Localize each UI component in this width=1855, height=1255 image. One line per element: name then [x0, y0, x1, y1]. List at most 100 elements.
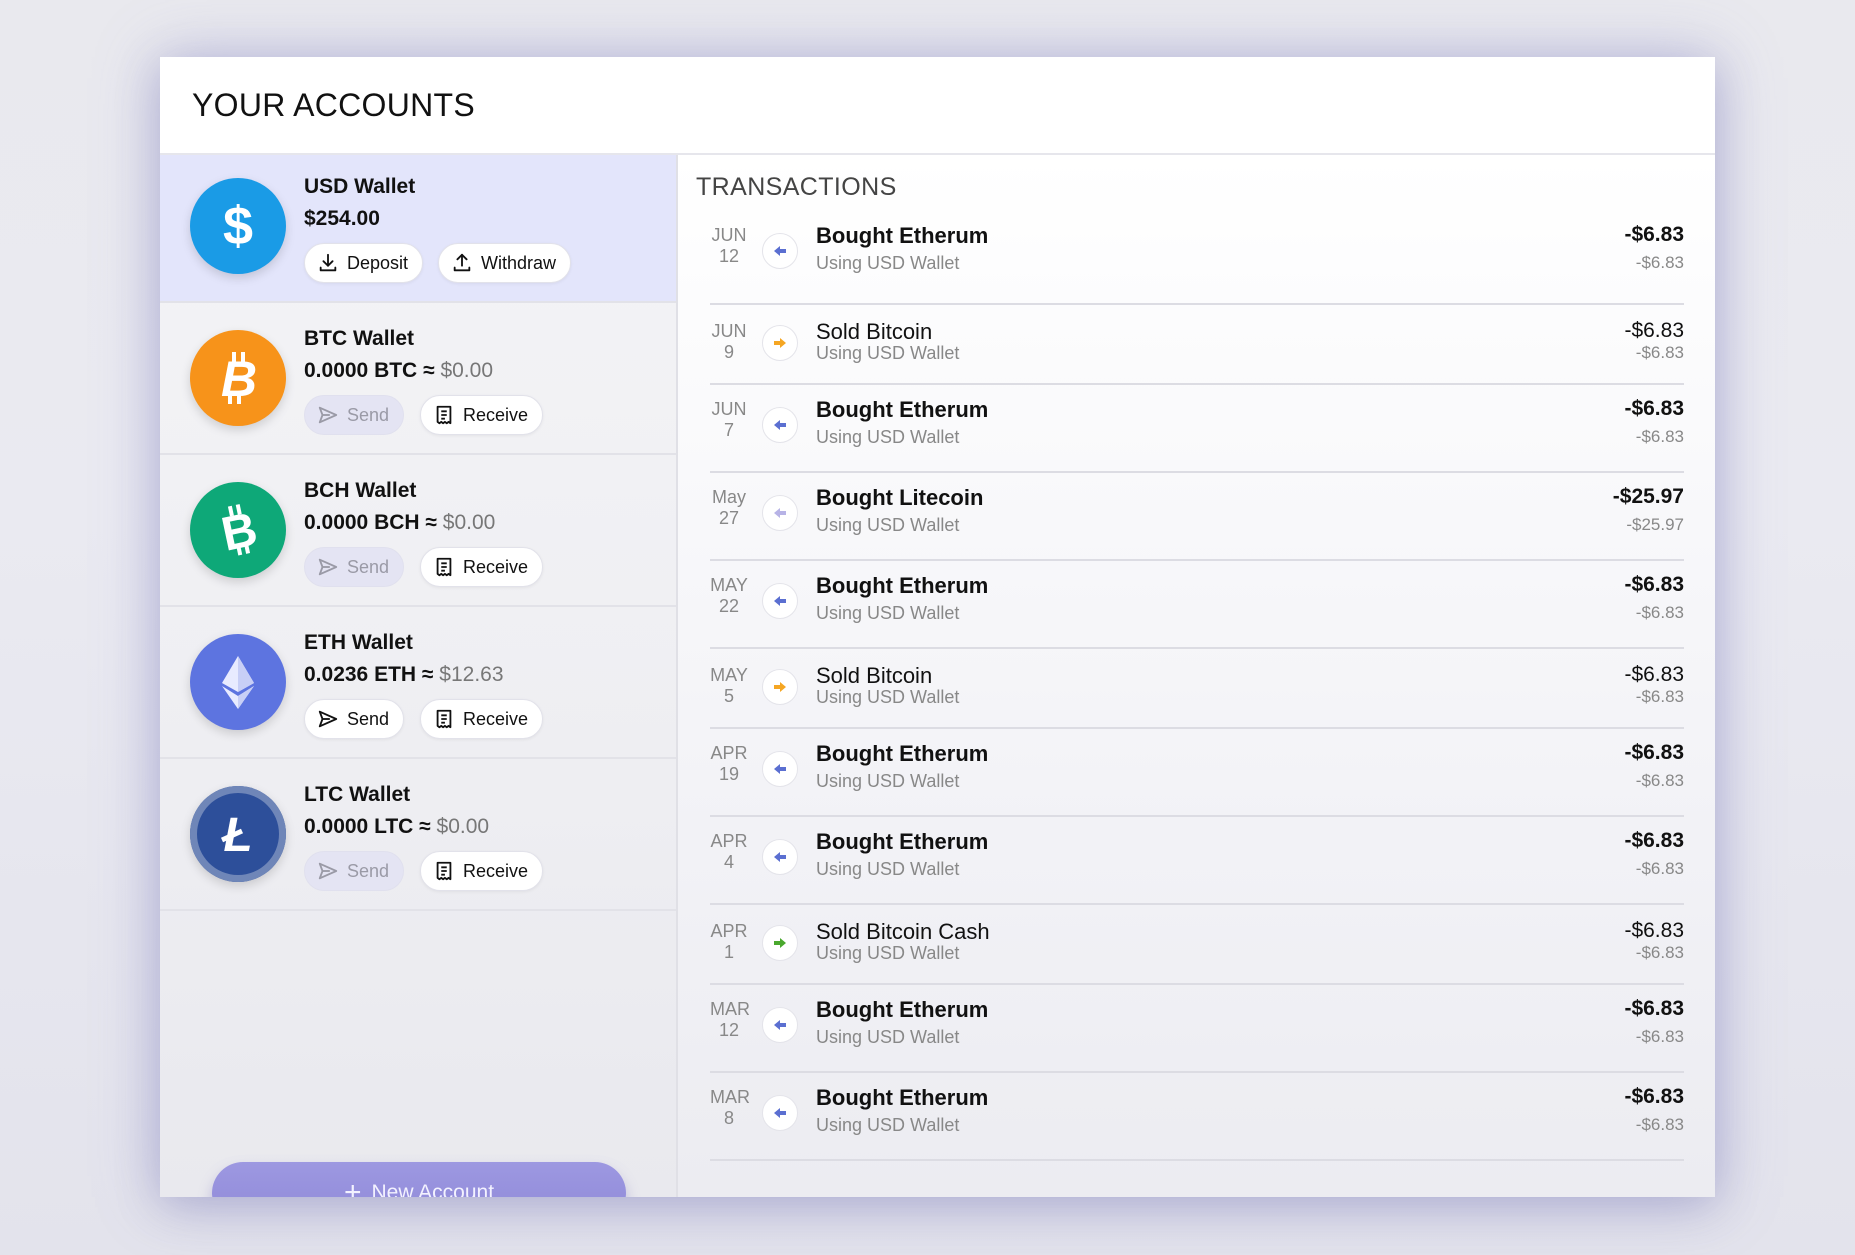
wallet-name: BCH Wallet	[304, 479, 417, 502]
transaction-day: 12	[718, 246, 740, 266]
wallet-card-btc[interactable]: B BTC Wallet 0.0000 BTC ≈ $0.00 Send Receive	[160, 307, 676, 455]
new-account-label: New Account	[371, 1181, 495, 1197]
transaction-day: 22	[718, 596, 740, 616]
transaction-source: Using USD Wallet	[816, 343, 960, 363]
arrow-right-icon	[762, 925, 798, 961]
transaction-row[interactable]: MAR 8 Bought Etherum Using USD Wallet -$6.83…	[710, 1073, 1684, 1161]
send-button[interactable]: Send	[304, 851, 405, 891]
transaction-row[interactable]: JUN 12 Bought Etherum Using USD Wallet -$6.8…	[710, 211, 1684, 305]
transaction-name: Bought Etherum	[816, 573, 989, 598]
send-icon	[317, 404, 339, 426]
transaction-row[interactable]: APR 19 Bought Etherum Using USD Wallet -$6.8…	[710, 729, 1684, 817]
transaction-day: 19	[718, 764, 740, 784]
transaction-name: Sold Bitcoin	[816, 663, 933, 688]
receive-button[interactable]: Receive	[420, 699, 544, 739]
transaction-row[interactable]: APR 4 Bought Etherum Using USD Wallet -$6.83…	[710, 817, 1684, 905]
wallet-card-ltc[interactable]: L LTC Wallet 0.0000 LTC ≈ $0.00 Send Receive	[160, 763, 676, 911]
button-label: Receive	[463, 708, 529, 729]
wallet-card-usd[interactable]: $ USD Wallet $254.00 Deposit Withdraw	[160, 155, 676, 303]
wallet-fiat-value: $12.63	[439, 663, 504, 686]
transaction-day: 4	[723, 852, 734, 872]
wallet-balance: 0.0000 BTC ≈ $0.00	[304, 359, 493, 383]
transaction-row[interactable]: JUN 9 Sold Bitcoin Using USD Wallet -$6.83 -$…	[710, 305, 1684, 385]
arrow-left-icon	[762, 495, 798, 531]
transaction-month: JUN	[711, 225, 747, 245]
receive-button[interactable]: Receive	[420, 395, 544, 435]
transaction-source: Using USD Wallet	[816, 427, 960, 447]
wallet-card-bch[interactable]: B BCH Wallet 0.0000 BCH ≈ $0.00 Send Receive	[160, 459, 676, 607]
bitcoin-cash-icon: B	[190, 482, 286, 578]
transaction-date: MAR 8	[710, 1087, 750, 1129]
arrow-left-icon	[762, 1095, 798, 1131]
send-icon	[317, 860, 339, 882]
transaction-amount: -$6.83	[1624, 741, 1684, 764]
transaction-row[interactable]: JUN 7 Bought Etherum Using USD Wallet -$6.83…	[710, 385, 1684, 473]
button-label: Receive	[463, 860, 529, 881]
transaction-row[interactable]: MAY 5 Sold Bitcoin Using USD Wallet -$6.83 -$…	[710, 649, 1684, 729]
transaction-source: Using USD Wallet	[816, 253, 960, 273]
transaction-month: JUN	[711, 399, 747, 419]
wallet-amount: $254.00	[304, 207, 380, 230]
receipt-icon	[433, 404, 455, 426]
transaction-row[interactable]: MAR 12 Bought Etherum Using USD Wallet -$6.8…	[710, 985, 1684, 1073]
wallet-name: USD Wallet	[304, 175, 416, 198]
transaction-row[interactable]: APR 1 Sold Bitcoin Cash Using USD Wallet -$6…	[710, 905, 1684, 985]
transaction-date: APR 1	[710, 921, 748, 963]
transaction-sub-amount: -$6.83	[1635, 427, 1684, 446]
transaction-name: Sold Bitcoin Cash	[816, 919, 990, 944]
send-button[interactable]: Send	[304, 395, 405, 435]
send-button[interactable]: Send	[304, 699, 405, 739]
transaction-source: Using USD Wallet	[816, 687, 960, 707]
transaction-amount: -$6.83	[1624, 223, 1684, 246]
transaction-source: Using USD Wallet	[816, 1115, 960, 1135]
wallet-name: BTC Wallet	[304, 327, 415, 350]
button-label: Receive	[463, 556, 529, 577]
transaction-sub-amount: -$6.83	[1635, 343, 1684, 362]
transaction-name: Bought Litecoin	[816, 485, 984, 510]
transaction-month: APR	[710, 743, 748, 763]
receive-button[interactable]: Receive	[420, 851, 544, 891]
upload-icon	[451, 252, 473, 274]
transaction-row[interactable]: MAY 22 Bought Etherum Using USD Wallet -$6.8…	[710, 561, 1684, 649]
dollar-icon: $	[190, 178, 286, 274]
transaction-month: MAR	[710, 999, 750, 1019]
transaction-sub-amount: -$25.97	[1626, 515, 1684, 534]
transaction-month: APR	[710, 921, 748, 941]
transaction-date: May 27	[710, 487, 748, 529]
transaction-source: Using USD Wallet	[816, 943, 960, 963]
wallet-balance: 0.0000 LTC ≈ $0.00	[304, 815, 489, 839]
wallet-list: + New Account $ USD Wallet $254.00 Deposit W…	[160, 155, 678, 1197]
transaction-amount: -$25.97	[1612, 485, 1684, 508]
button-label: Send	[347, 708, 390, 729]
button-label: Receive	[463, 404, 529, 425]
withdraw-button[interactable]: Withdraw	[438, 243, 572, 283]
transaction-row[interactable]: May 27 Bought Litecoin Using USD Wallet -$25…	[710, 473, 1684, 561]
wallet-balance: $254.00	[304, 207, 380, 231]
arrow-left-icon	[762, 407, 798, 443]
button-label: Send	[347, 860, 390, 881]
transaction-day: 9	[723, 342, 734, 362]
wallet-amount: 0.0000 BTC	[304, 359, 418, 382]
litecoin-icon: L	[190, 786, 286, 882]
new-account-button[interactable]: + New Account	[212, 1162, 626, 1197]
approx-symbol: ≈	[419, 815, 431, 838]
wallet-fiat-value: $0.00	[442, 511, 496, 534]
transaction-month: MAY	[710, 575, 748, 595]
accounts-card: YOUR ACCOUNTS + New Account $ USD Wallet $…	[160, 57, 1715, 1197]
wallet-balance: 0.0000 BCH ≈ $0.00	[304, 511, 495, 535]
transaction-name: Bought Etherum	[816, 997, 989, 1022]
transaction-name: Bought Etherum	[816, 397, 989, 422]
wallet-card-eth[interactable]: ETH Wallet 0.0236 ETH ≈ $12.63 Send Receive	[160, 611, 676, 759]
deposit-button[interactable]: Deposit	[304, 243, 424, 283]
arrow-left-icon	[762, 583, 798, 619]
receive-button[interactable]: Receive	[420, 547, 544, 587]
arrow-left-icon	[762, 1007, 798, 1043]
card-header: YOUR ACCOUNTS	[160, 57, 1715, 155]
download-icon	[317, 252, 339, 274]
transaction-sub-amount: -$6.83	[1635, 1115, 1684, 1134]
transaction-name: Bought Etherum	[816, 223, 989, 248]
ethereum-icon	[190, 634, 286, 730]
arrow-left-icon	[762, 839, 798, 875]
send-button[interactable]: Send	[304, 547, 405, 587]
button-label: Withdraw	[481, 252, 557, 273]
